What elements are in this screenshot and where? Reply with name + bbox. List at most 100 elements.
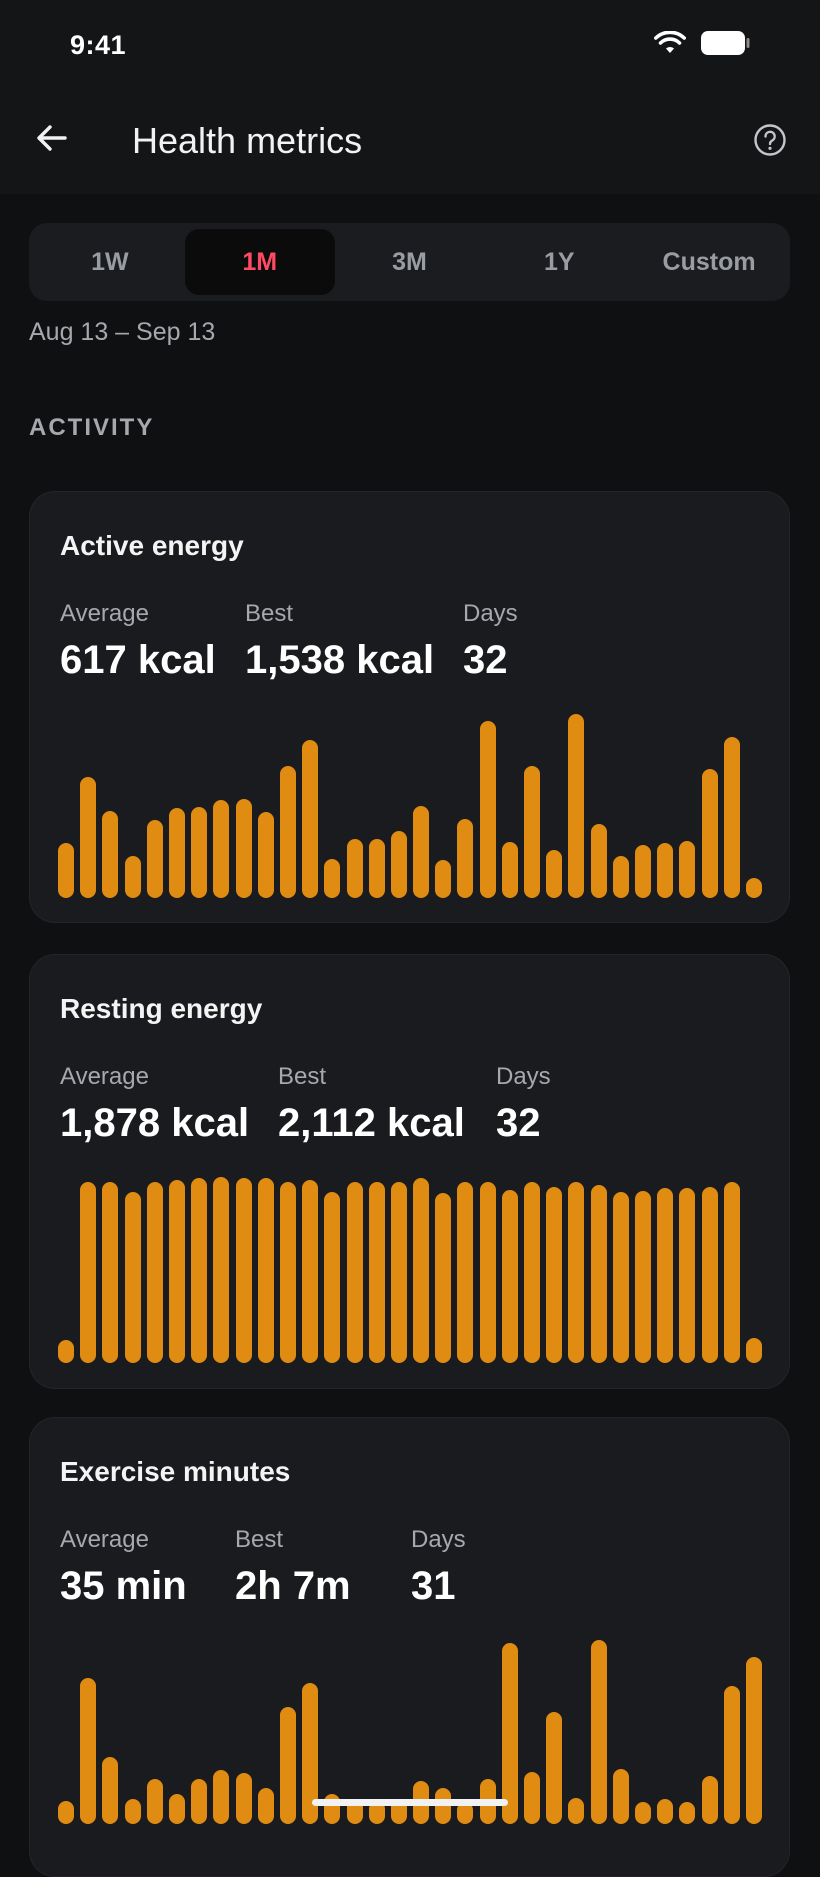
chart-bar bbox=[501, 1642, 518, 1824]
chart-bar bbox=[746, 1338, 762, 1363]
chart-bar bbox=[168, 808, 185, 898]
chart-bar bbox=[657, 1187, 674, 1363]
chart-bar bbox=[568, 1797, 585, 1824]
tab-1y[interactable]: 1Y bbox=[484, 229, 634, 295]
chart-bar bbox=[191, 1779, 208, 1824]
chart-bar bbox=[746, 877, 762, 898]
chart-bar bbox=[146, 1182, 163, 1363]
chart-bar bbox=[568, 1182, 585, 1363]
tab-1m[interactable]: 1M bbox=[184, 229, 335, 295]
stat-label-days: Days bbox=[496, 1063, 551, 1090]
chart-bar bbox=[524, 1182, 541, 1363]
bar-chart bbox=[58, 714, 762, 898]
chart-bar bbox=[590, 823, 607, 898]
chart-bar bbox=[723, 1686, 740, 1824]
chart-bar bbox=[701, 768, 718, 898]
chart-bar bbox=[679, 1802, 696, 1824]
active-energy-card[interactable]: Active energy Average 617 kcal Best 1,53… bbox=[29, 491, 790, 923]
page-title: Health metrics bbox=[132, 120, 363, 161]
stat-label-days: Days bbox=[463, 600, 518, 627]
card-title: Active energy bbox=[60, 530, 244, 561]
chart-bar bbox=[457, 1182, 474, 1363]
chart-bar bbox=[191, 807, 208, 898]
chart-bar bbox=[279, 1182, 296, 1363]
chart-bar bbox=[746, 1657, 762, 1824]
chart-bar bbox=[80, 1182, 97, 1363]
chart-bar bbox=[701, 1776, 718, 1824]
chart-bar bbox=[124, 1799, 141, 1824]
chart-bar bbox=[124, 1192, 141, 1363]
bar-chart bbox=[58, 1640, 762, 1824]
chart-bar bbox=[501, 1190, 518, 1363]
chart-bar bbox=[390, 1182, 407, 1363]
stat-value-days: 32 bbox=[463, 638, 508, 682]
chart-bar bbox=[168, 1793, 185, 1824]
chart-bar bbox=[390, 831, 407, 898]
chart-bar bbox=[635, 1802, 652, 1824]
chart-bar bbox=[146, 1779, 163, 1824]
status-time: 9:41 bbox=[70, 30, 127, 60]
chart-bar bbox=[58, 842, 74, 898]
chart-bar bbox=[501, 841, 518, 898]
stat-value-best: 1,538 kcal bbox=[245, 638, 435, 682]
chart-bar bbox=[723, 1182, 740, 1363]
stat-label-average: Average bbox=[60, 600, 149, 627]
status-icons bbox=[654, 30, 750, 60]
chart-bar bbox=[102, 1182, 119, 1363]
chart-bar bbox=[546, 850, 563, 898]
chart-bar bbox=[324, 1192, 341, 1363]
stat-value-days: 32 bbox=[496, 1101, 541, 1145]
stat-value-best: 2,112 kcal bbox=[278, 1101, 465, 1145]
tab-custom[interactable]: Custom bbox=[634, 229, 784, 295]
chart-bar bbox=[479, 720, 496, 898]
back-button[interactable] bbox=[28, 116, 76, 164]
tab-1w[interactable]: 1W bbox=[35, 229, 185, 295]
chart-bar bbox=[657, 1799, 674, 1824]
section-label: ACTIVITY bbox=[29, 414, 155, 441]
help-icon bbox=[753, 123, 787, 162]
chart-bar bbox=[257, 1178, 274, 1363]
status-bar: 9:41 bbox=[0, 0, 820, 92]
chart-bar bbox=[213, 799, 230, 898]
chart-bar bbox=[723, 736, 740, 898]
chart-bar bbox=[612, 1768, 629, 1824]
chart-bar bbox=[679, 840, 696, 898]
chart-bar bbox=[324, 858, 341, 898]
chart-bar bbox=[368, 839, 385, 898]
stat-label-days: Days bbox=[411, 1526, 466, 1553]
exercise-minutes-card[interactable]: Exercise minutes Average 35 min Best 2h … bbox=[29, 1417, 790, 1877]
chart-bar bbox=[457, 819, 474, 898]
chart-bar bbox=[191, 1178, 208, 1363]
stat-value-average: 617 kcal bbox=[60, 638, 216, 682]
chart-bar bbox=[302, 1179, 319, 1363]
chart-bar bbox=[435, 1193, 452, 1363]
wifi-icon bbox=[654, 30, 686, 60]
bar-chart bbox=[58, 1177, 762, 1363]
chart-bar bbox=[102, 1757, 119, 1824]
chart-bar bbox=[590, 1640, 607, 1824]
chart-bar bbox=[58, 1800, 74, 1824]
chart-bar bbox=[368, 1182, 385, 1363]
chart-bar bbox=[612, 856, 629, 898]
chart-bar bbox=[146, 820, 163, 898]
chart-bar bbox=[635, 845, 652, 898]
chart-bar bbox=[635, 1191, 652, 1363]
chart-bar bbox=[346, 1182, 363, 1363]
stat-label-best: Best bbox=[278, 1063, 327, 1090]
chart-bar bbox=[302, 740, 319, 898]
stat-label-average: Average bbox=[60, 1526, 149, 1553]
date-range: Aug 13 – Sep 13 bbox=[29, 318, 216, 346]
card-title: Exercise minutes bbox=[60, 1456, 291, 1487]
chart-bar bbox=[479, 1182, 496, 1363]
chart-bar bbox=[279, 766, 296, 898]
tab-3m[interactable]: 3M bbox=[335, 229, 485, 295]
chart-bar bbox=[235, 1773, 252, 1824]
help-button[interactable] bbox=[750, 122, 790, 162]
chart-bar bbox=[279, 1706, 296, 1824]
chart-bar bbox=[568, 714, 585, 898]
chart-bar bbox=[590, 1185, 607, 1363]
chart-bar bbox=[235, 798, 252, 898]
stat-value-average: 35 min bbox=[60, 1564, 187, 1608]
resting-energy-card[interactable]: Resting energy Average 1,878 kcal Best 2… bbox=[29, 954, 790, 1389]
chart-bar bbox=[701, 1186, 718, 1363]
